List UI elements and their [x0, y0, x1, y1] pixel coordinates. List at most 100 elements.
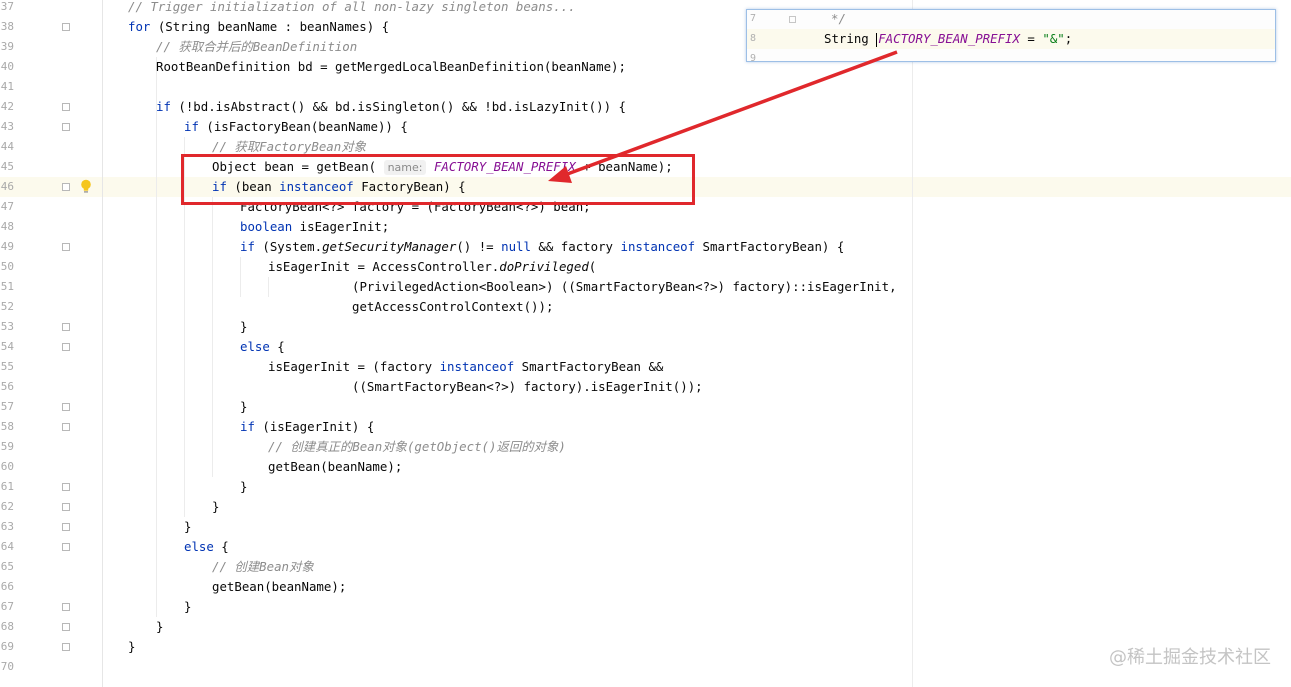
fold-marker-icon[interactable]: [62, 643, 70, 651]
code-token: ((SmartFactoryBean<?>) factory).isEagerI…: [352, 379, 703, 394]
code-line[interactable]: for (String beanName : beanNames) {: [128, 17, 389, 37]
code-line[interactable]: else {: [184, 537, 229, 557]
code-token: if: [156, 99, 171, 114]
code-token: (String beanName : beanNames) {: [150, 19, 390, 34]
line-number: 49: [0, 240, 14, 253]
code-line[interactable]: RootBeanDefinition bd = getMergedLocalBe…: [156, 57, 626, 77]
line-number: 67: [0, 600, 14, 613]
code-line[interactable]: }: [240, 317, 247, 337]
fold-marker-icon[interactable]: [62, 483, 70, 491]
code-line[interactable]: if (System.getSecurityManager() != null …: [240, 237, 844, 257]
line-number: 38: [0, 20, 14, 33]
code-token: for: [128, 19, 151, 34]
code-token: SmartFactoryBean) {: [695, 239, 845, 254]
line-number: 62: [0, 500, 14, 513]
code-token: getBean(beanName);: [268, 459, 403, 474]
fold-marker-icon[interactable]: [62, 123, 70, 131]
code-line[interactable]: (PrivilegedAction<Boolean>) ((SmartFacto…: [352, 277, 897, 297]
code-token: }: [128, 639, 136, 654]
code-line[interactable]: getBean(beanName);: [212, 577, 346, 597]
fold-marker-icon[interactable]: [62, 323, 70, 331]
code-line[interactable]: if (isEagerInit) {: [240, 417, 374, 437]
line-number: 66: [0, 580, 14, 593]
code-line[interactable]: if (isFactoryBean(beanName)) {: [184, 117, 408, 137]
code-line[interactable]: getAccessControlContext());: [352, 297, 553, 317]
code-line[interactable]: isEagerInit = AccessController.doPrivile…: [268, 257, 596, 277]
code-token: getSecurityManager: [322, 239, 457, 254]
fold-marker-icon[interactable]: [62, 243, 70, 251]
popup-code-line: */: [831, 10, 846, 29]
code-token: (: [588, 259, 597, 274]
code-line[interactable]: }: [240, 477, 247, 497]
line-number: 56: [0, 380, 14, 393]
code-token: FACTORY_BEAN_PREFIX: [878, 31, 1020, 46]
fold-marker-icon[interactable]: [62, 423, 70, 431]
code-token: }: [184, 519, 192, 534]
code-token: (isEagerInit) {: [254, 419, 375, 434]
fold-marker-icon[interactable]: [62, 543, 70, 551]
code-line[interactable]: // Trigger initialization of all non-laz…: [128, 0, 576, 17]
popup-line-number: 8: [750, 33, 757, 44]
fold-marker-icon[interactable]: [62, 403, 70, 411]
code-token: }: [240, 319, 248, 334]
fold-marker-icon[interactable]: [62, 183, 70, 191]
code-token: instanceof: [620, 239, 696, 254]
fold-marker-icon[interactable]: [62, 503, 70, 511]
line-number: 65: [0, 560, 14, 573]
fold-marker-icon[interactable]: [789, 16, 796, 23]
code-line[interactable]: }: [184, 597, 191, 617]
line-number: 64: [0, 540, 14, 553]
code-line[interactable]: ((SmartFactoryBean<?>) factory).isEagerI…: [352, 377, 703, 397]
popup-code-line: String FACTORY_BEAN_PREFIX = "&";: [824, 29, 1072, 49]
code-token: (isFactoryBean(beanName)) {: [198, 119, 408, 134]
line-number: 45: [0, 160, 14, 173]
code-token: (System.: [254, 239, 323, 254]
code-line[interactable]: }: [212, 497, 219, 517]
line-number: 37: [0, 0, 14, 13]
code-token: }: [240, 399, 248, 414]
fold-marker-icon[interactable]: [62, 343, 70, 351]
code-line[interactable]: else {: [240, 337, 285, 357]
quick-definition-popup[interactable]: 7 */ 8 String FACTORY_BEAN_PREFIX = "&"; 9: [746, 9, 1276, 62]
code-token: SmartFactoryBean &&: [514, 359, 664, 374]
code-token: // 获取FactoryBean对象: [212, 139, 366, 154]
fold-marker-icon[interactable]: [62, 23, 70, 31]
line-number: 46: [0, 180, 14, 193]
fold-marker-icon[interactable]: [62, 103, 70, 111]
popup-line-number: 9: [750, 53, 757, 62]
code-line[interactable]: }: [156, 617, 163, 637]
code-token: */: [831, 11, 846, 26]
fold-marker-icon[interactable]: [62, 603, 70, 611]
code-line[interactable]: boolean isEagerInit;: [240, 217, 389, 237]
code-line[interactable]: // 创建真正的Bean对象(getObject()返回的对象): [268, 437, 566, 457]
code-token: null: [501, 239, 531, 254]
code-token: {: [213, 539, 229, 554]
indent-guide: [240, 257, 241, 297]
lightbulb-icon[interactable]: [80, 179, 92, 194]
fold-marker-icon[interactable]: [62, 523, 70, 531]
code-line[interactable]: }: [240, 397, 247, 417]
line-number: 55: [0, 360, 14, 373]
code-token: ;: [1064, 31, 1073, 46]
indent-guide: [212, 197, 213, 477]
code-line[interactable]: getBean(beanName);: [268, 457, 402, 477]
code-token: {: [269, 339, 285, 354]
line-number: 58: [0, 420, 14, 433]
line-number: 40: [0, 60, 14, 73]
line-number: 59: [0, 440, 14, 453]
code-line[interactable]: // 创建Bean对象: [212, 557, 314, 577]
code-token: isEagerInit = AccessController.: [268, 259, 500, 274]
fold-marker-icon[interactable]: [62, 623, 70, 631]
code-token: getAccessControlContext());: [352, 299, 554, 314]
annotation-highlight-box: [181, 154, 695, 205]
code-line[interactable]: // 获取合并后的BeanDefinition: [156, 37, 357, 57]
indent-guide: [156, 57, 157, 617]
line-number: 52: [0, 300, 14, 313]
code-editor[interactable]: 37 // Trigger initialization of all non-l…: [0, 0, 1291, 687]
code-line[interactable]: if (!bd.isAbstract() && bd.isSingleton()…: [156, 97, 626, 117]
line-number: 39: [0, 40, 14, 53]
code-line[interactable]: }: [128, 637, 135, 657]
code-token: isEagerInit;: [292, 219, 390, 234]
code-line[interactable]: }: [184, 517, 191, 537]
code-line[interactable]: isEagerInit = (factory instanceof SmartF…: [268, 357, 663, 377]
